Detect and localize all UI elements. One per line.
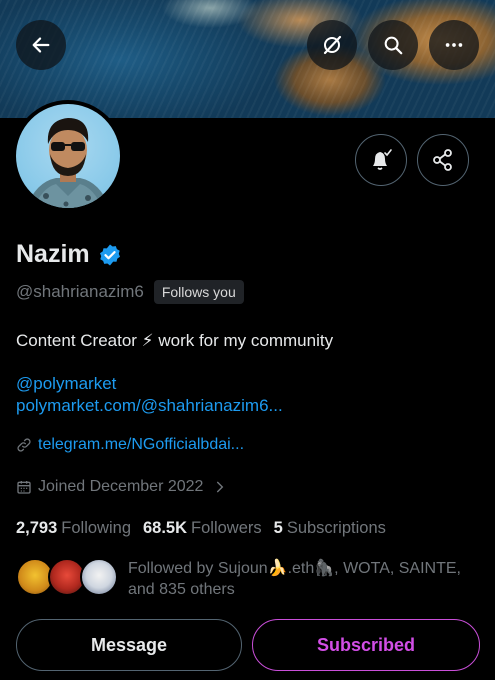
bio-text: Content Creator ⚡ work for my community xyxy=(16,331,334,350)
bell-check-icon xyxy=(373,149,392,170)
stat-following-label: Following xyxy=(61,519,131,537)
chevron-right-icon xyxy=(217,481,224,493)
back-button[interactable] xyxy=(16,20,66,70)
joined-date-row[interactable]: Joined December 2022 xyxy=(16,478,227,496)
share-icon xyxy=(433,149,452,171)
share-button[interactable] xyxy=(417,134,469,186)
followed-by-line-2: and 835 others xyxy=(128,581,235,598)
stat-followers[interactable]: 68.5K Followers xyxy=(143,519,262,538)
bio-link-polymarket-url[interactable]: polymarket.com/@shahrianazim6... xyxy=(16,396,283,416)
calendar-icon xyxy=(17,481,31,494)
message-button[interactable]: Message xyxy=(16,619,242,671)
link-icon xyxy=(17,438,31,452)
bio-link-polymarket-handle[interactable]: @polymarket xyxy=(16,374,116,394)
subscribed-button[interactable]: Subscribed xyxy=(252,619,480,671)
no-edit-icon xyxy=(323,35,342,55)
stat-following[interactable]: 2,793 Following xyxy=(16,519,131,538)
arrow-left-icon xyxy=(32,37,50,53)
avatar-image xyxy=(26,118,110,208)
avatar[interactable] xyxy=(12,100,124,212)
stat-followers-label: Followers xyxy=(191,519,262,537)
stat-subscriptions-value: 5 xyxy=(273,519,283,537)
user-handle: @shahrianazim6 xyxy=(16,282,144,301)
notifications-button[interactable] xyxy=(355,134,407,186)
stat-following-value: 2,793 xyxy=(16,519,58,537)
more-button[interactable] xyxy=(429,20,479,70)
followed-by-line-1: Followed by Sujoun🍌.eth🦍, WOTA, SAINTE, xyxy=(128,560,461,577)
search-icon xyxy=(384,36,403,55)
joined-date: Joined December 2022 xyxy=(38,478,204,495)
stat-subscriptions-label: Subscriptions xyxy=(286,519,386,537)
more-icon xyxy=(445,43,463,47)
followed-by-row[interactable]: Followed by Sujoun🍌.eth🦍, WOTA, SAINTE, … xyxy=(16,558,486,602)
stat-subscriptions[interactable]: 5 Subscriptions xyxy=(274,519,386,538)
follower-avatar xyxy=(80,558,118,596)
display-name: Nazim xyxy=(16,240,90,268)
search-button[interactable] xyxy=(368,20,418,70)
stat-followers-value: 68.5K xyxy=(143,519,188,537)
website-link[interactable]: telegram.me/NGofficialbdai... xyxy=(38,436,244,454)
follows-you-badge: Follows you xyxy=(153,280,244,304)
grok-button[interactable] xyxy=(307,20,357,70)
verified-badge-icon xyxy=(99,244,120,265)
